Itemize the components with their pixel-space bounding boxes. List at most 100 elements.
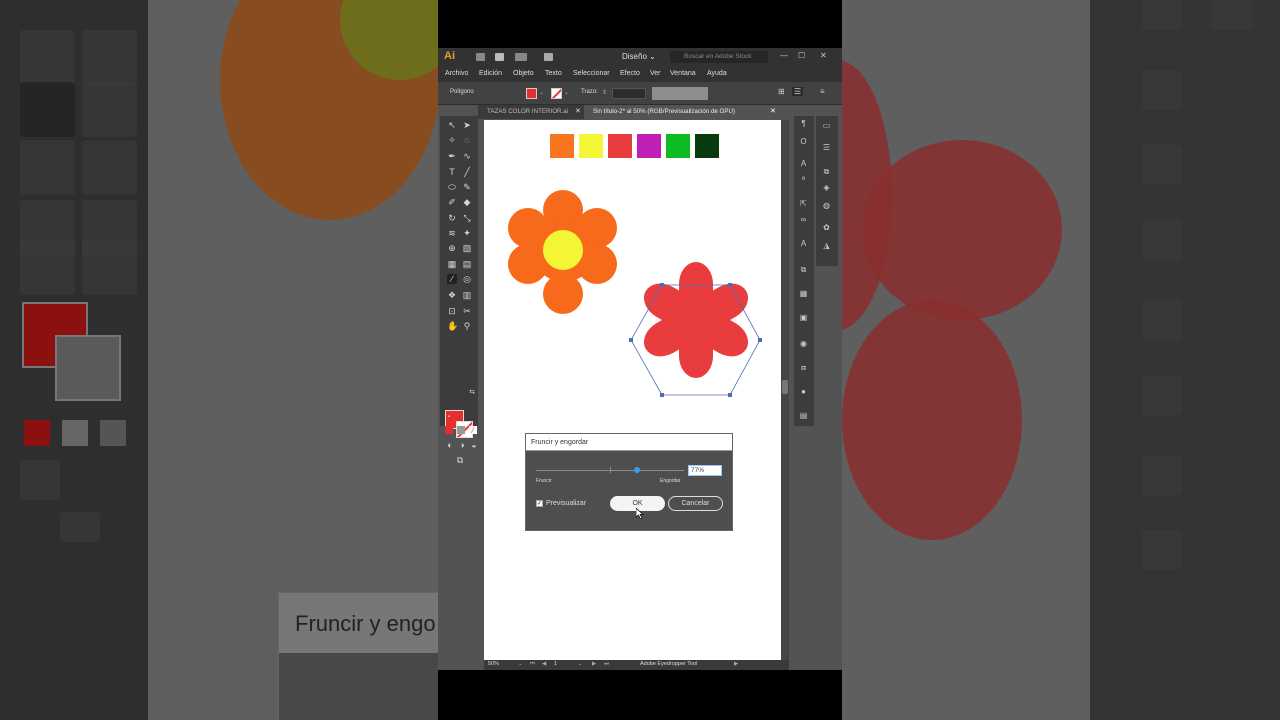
- lasso-tool-icon[interactable]: ◌: [462, 135, 472, 145]
- chevron-down-icon[interactable]: ⌄: [578, 661, 583, 667]
- orange-flower[interactable]: [504, 188, 624, 318]
- last-artboard-icon[interactable]: ⏭: [604, 661, 609, 668]
- align-icon[interactable]: ⊞: [778, 87, 785, 96]
- properties-icon[interactable]: ▭: [822, 122, 831, 130]
- menu-ventana[interactable]: Ventana: [670, 70, 696, 77]
- opentype-icon[interactable]: O: [799, 138, 808, 146]
- appearance-icon[interactable]: ●: [799, 388, 808, 396]
- mesh-tool-icon[interactable]: ▦: [447, 259, 457, 269]
- zoom-level[interactable]: 50%: [488, 661, 499, 667]
- next-artboard-icon[interactable]: ▶: [592, 661, 596, 667]
- pen-tool-icon[interactable]: ✒: [447, 151, 457, 161]
- scrollbar-thumb[interactable]: [782, 380, 788, 394]
- ellipse-tool-icon[interactable]: ⬭: [447, 182, 457, 192]
- character-styles-icon[interactable]: A: [799, 160, 808, 168]
- live-paint-tool-icon[interactable]: ▨: [462, 243, 472, 253]
- scale-tool-icon[interactable]: ⤡: [462, 213, 472, 223]
- selection-tool-icon[interactable]: ↖: [447, 120, 457, 130]
- previous-artboard-icon[interactable]: ◀: [542, 661, 546, 667]
- color-swatch[interactable]: [550, 134, 574, 158]
- maximize-icon[interactable]: ☐: [798, 51, 805, 60]
- status-menu-icon[interactable]: ▶: [734, 661, 738, 667]
- puppet-warp-tool-icon[interactable]: ✦: [462, 228, 472, 238]
- chevron-down-icon[interactable]: ⌄: [518, 661, 523, 667]
- minimize-icon[interactable]: —: [780, 51, 788, 60]
- swap-fill-stroke-icon[interactable]: ⇆: [467, 388, 477, 398]
- stepper-icon[interactable]: ⇕: [602, 89, 607, 96]
- color-swatch[interactable]: [608, 134, 632, 158]
- symbols-icon[interactable]: ◮: [822, 242, 831, 250]
- draw-inside-icon[interactable]: ◒: [469, 440, 479, 450]
- direct-selection-tool-icon[interactable]: ➤: [462, 120, 472, 130]
- type-tool-icon[interactable]: T: [447, 167, 457, 177]
- eraser-tool-icon[interactable]: ◆: [462, 197, 472, 207]
- pathfinder-icon[interactable]: ⧈: [799, 364, 808, 372]
- zoom-tool-icon[interactable]: ⚲: [462, 321, 472, 331]
- paintbrush-tool-icon[interactable]: ✎: [462, 182, 472, 192]
- hand-tool-icon[interactable]: ✋: [447, 321, 458, 331]
- workspace-switcher[interactable]: Diseño ⌄: [622, 52, 656, 61]
- close-icon[interactable]: ✕: [820, 51, 827, 60]
- export-icon[interactable]: ⇱: [799, 200, 808, 208]
- glyphs-icon[interactable]: ª: [799, 176, 808, 184]
- color-swatch[interactable]: [637, 134, 661, 158]
- menu-texto[interactable]: Texto: [545, 70, 562, 77]
- blend-tool-icon[interactable]: ◎: [462, 274, 472, 284]
- first-artboard-icon[interactable]: ⏮: [530, 661, 535, 668]
- chevron-down-icon[interactable]: ⌄: [539, 89, 544, 96]
- variable-width-profile[interactable]: [652, 87, 708, 100]
- menu-seleccionar[interactable]: Seleccionar: [573, 70, 610, 77]
- artboards-icon[interactable]: ⧉: [799, 266, 808, 274]
- stock-search-input[interactable]: Buscar en Adobe Stock: [670, 51, 768, 63]
- warp-tool-icon[interactable]: ≋: [447, 228, 457, 238]
- draw-normal-icon[interactable]: ◐: [445, 440, 455, 450]
- draw-behind-icon[interactable]: ◑: [457, 440, 467, 450]
- shaper-tool-icon[interactable]: ✐: [447, 197, 457, 207]
- panel-menu-icon[interactable]: ≡: [820, 87, 825, 96]
- symbol-sprayer-tool-icon[interactable]: ❖: [447, 290, 457, 300]
- stock-icon[interactable]: [495, 53, 504, 61]
- menu-efecto[interactable]: Efecto: [620, 70, 640, 77]
- align-panel-icon[interactable]: ▦: [799, 290, 808, 298]
- home-icon[interactable]: [476, 53, 485, 61]
- fill-color-swatch[interactable]: [526, 88, 537, 99]
- menu-ver[interactable]: Ver: [650, 70, 661, 77]
- menu-ayuda[interactable]: Ayuda: [707, 70, 727, 77]
- preview-checkbox[interactable]: ✓: [536, 500, 543, 507]
- stroke-weight-field[interactable]: [612, 88, 646, 99]
- pucker-bloat-slider-handle[interactable]: [633, 467, 640, 473]
- color-swatch[interactable]: [579, 134, 603, 158]
- amount-input[interactable]: 77%: [688, 465, 722, 476]
- stroke-color-swatch[interactable]: [551, 88, 562, 99]
- menu-objeto[interactable]: Objeto: [513, 70, 534, 77]
- color-swatch[interactable]: [666, 134, 690, 158]
- menu-edicion[interactable]: Edición: [479, 70, 502, 77]
- graph-tool-icon[interactable]: ▥: [462, 290, 472, 300]
- screen-mode-icon[interactable]: ⧉: [455, 455, 465, 465]
- close-tab-icon[interactable]: ✕: [770, 105, 776, 119]
- brushes-icon[interactable]: ✿: [822, 224, 831, 232]
- color-mode-icon[interactable]: [445, 426, 453, 434]
- menu-archivo[interactable]: Archivo: [445, 70, 468, 77]
- gradient-tool-icon[interactable]: ▤: [462, 259, 472, 269]
- cancel-button[interactable]: Cancelar: [668, 496, 723, 511]
- chevron-down-icon[interactable]: ⌄: [564, 89, 569, 96]
- layers-icon[interactable]: ◈: [822, 184, 831, 192]
- gradient-panel-icon[interactable]: ▤: [799, 412, 808, 420]
- slice-tool-icon[interactable]: ✂: [462, 306, 472, 316]
- artboard-number[interactable]: 1: [554, 661, 557, 667]
- transform-panel-icon[interactable]: ▣: [799, 314, 808, 322]
- color-swatch[interactable]: [695, 134, 719, 158]
- artboard-tool-icon[interactable]: ⊡: [447, 306, 457, 316]
- line-tool-icon[interactable]: ╱: [462, 167, 472, 177]
- swatches-icon[interactable]: ◍: [822, 202, 831, 210]
- arrange-documents-icon[interactable]: [515, 53, 527, 61]
- shape-builder-tool-icon[interactable]: ⊕: [447, 243, 457, 253]
- color-guide-icon[interactable]: ◉: [799, 340, 808, 348]
- character-icon[interactable]: A: [799, 240, 808, 248]
- gradient-mode-icon[interactable]: [457, 426, 465, 434]
- artboard[interactable]: [484, 120, 781, 660]
- rotate-tool-icon[interactable]: ↻: [447, 213, 457, 223]
- magic-wand-tool-icon[interactable]: ✧: [447, 135, 457, 145]
- vertical-scrollbar[interactable]: [781, 120, 789, 660]
